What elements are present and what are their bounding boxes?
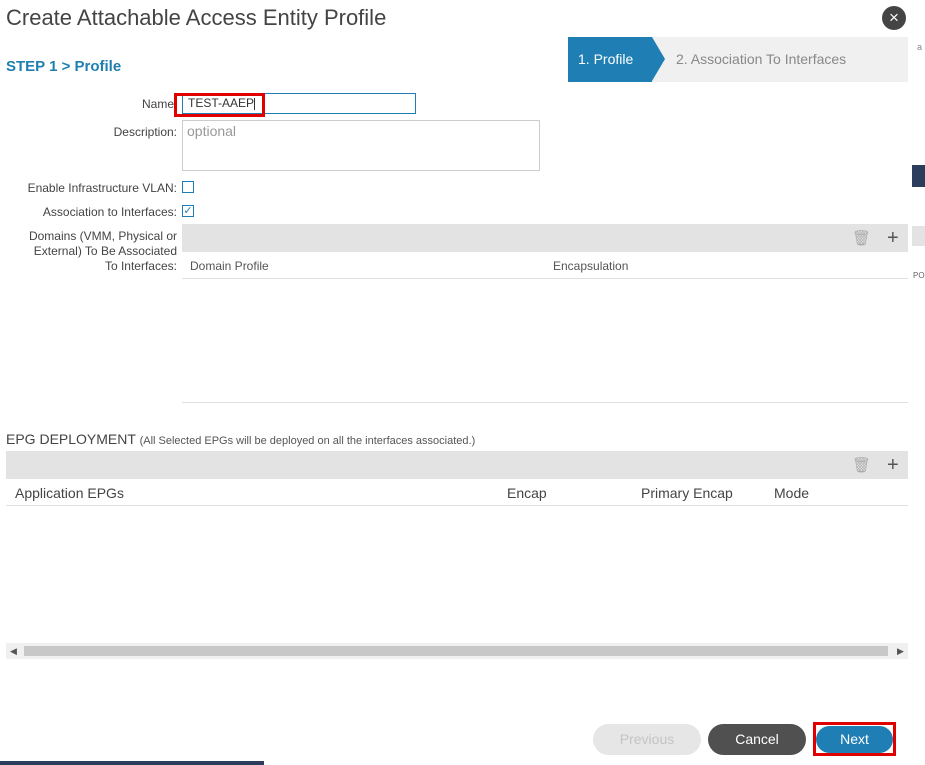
name-label: Name xyxy=(141,97,174,111)
wizard-step-profile[interactable]: 1. Profile xyxy=(568,37,652,82)
check-icon: ✓ xyxy=(183,205,193,217)
epg-toolbar: 🗑 + xyxy=(6,451,908,479)
assoc-interfaces-label: Association to Interfaces: xyxy=(42,205,177,219)
epg-deployment-title: EPG DEPLOYMENT (All Selected EPGs will b… xyxy=(6,431,475,447)
encap-column-header[interactable]: Encap xyxy=(507,485,547,501)
epg-subtitle: (All Selected EPGs will be deployed on a… xyxy=(139,435,476,447)
domains-label-line2: External) To Be Associated xyxy=(33,244,177,258)
assoc-interfaces-checkbox[interactable]: ✓ xyxy=(182,205,194,217)
scroll-right-icon[interactable]: ▶ xyxy=(897,643,904,659)
scroll-left-icon[interactable]: ◀ xyxy=(10,643,17,659)
wizard-steps: 1. Profile 2. Association To Interfaces xyxy=(568,37,908,82)
wizard-arrow xyxy=(652,37,665,81)
wizard-step-association[interactable]: 2. Association To Interfaces xyxy=(676,37,846,82)
mode-column-header[interactable]: Mode xyxy=(774,485,809,501)
scrollbar-thumb[interactable] xyxy=(24,646,888,656)
trash-icon[interactable]: 🗑 xyxy=(852,456,871,474)
next-highlight-box xyxy=(813,722,896,756)
encapsulation-column-header[interactable]: Encapsulation xyxy=(553,259,628,273)
infra-vlan-label: Enable Infrastructure VLAN: xyxy=(27,181,177,195)
description-textarea[interactable]: optional xyxy=(182,120,540,171)
domains-toolbar: 🗑 + xyxy=(182,224,908,252)
infra-vlan-checkbox[interactable] xyxy=(182,181,194,193)
application-epgs-column-header[interactable]: Application EPGs xyxy=(15,485,124,501)
background-bar xyxy=(912,226,925,246)
domains-label-line3: To Interfaces: xyxy=(104,259,177,273)
background-bar xyxy=(912,165,925,187)
primary-encap-column-header[interactable]: Primary Encap xyxy=(641,485,733,501)
cancel-button[interactable]: Cancel xyxy=(708,724,806,755)
step-label: STEP 1 > Profile xyxy=(6,58,122,75)
domain-profile-column-header[interactable]: Domain Profile xyxy=(190,259,269,273)
background-bar xyxy=(0,761,264,765)
epg-title-text: EPG DEPLOYMENT xyxy=(6,431,136,447)
add-icon[interactable]: + xyxy=(887,228,899,248)
close-icon[interactable]: × xyxy=(882,6,906,30)
epg-header-divider xyxy=(6,505,908,506)
dialog-title: Create Attachable Access Entity Profile xyxy=(6,5,387,30)
description-label: Description: xyxy=(113,125,177,139)
background-text: PO xyxy=(913,271,925,280)
add-icon[interactable]: + xyxy=(887,455,899,475)
domains-header-divider xyxy=(182,278,908,279)
background-text: a xyxy=(917,42,923,52)
name-highlight-box xyxy=(174,93,265,117)
horizontal-scrollbar[interactable]: ◀ ▶ xyxy=(6,643,908,659)
domains-label-line1: Domains (VMM, Physical or xyxy=(28,229,177,243)
previous-button[interactable]: Previous xyxy=(593,724,701,755)
trash-icon[interactable]: 🗑 xyxy=(852,229,871,247)
domains-table-bottom xyxy=(182,402,908,403)
